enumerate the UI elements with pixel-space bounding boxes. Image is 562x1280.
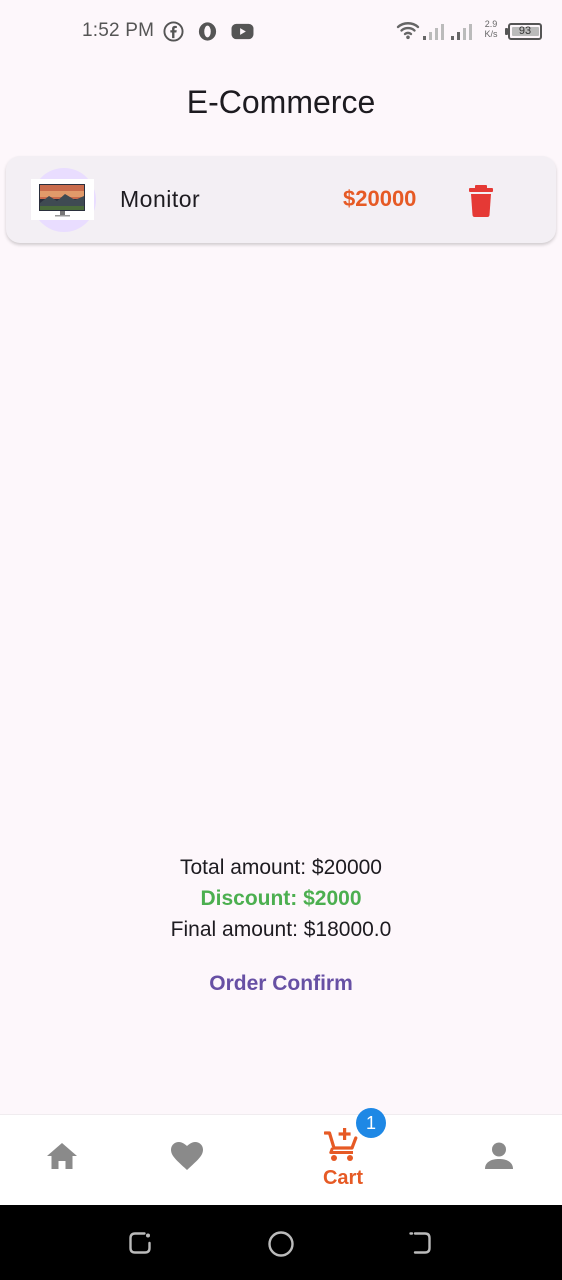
status-bar: 1:52 PM 2.9 K/s 93 (0, 0, 562, 64)
heart-icon (171, 1142, 203, 1170)
wifi-icon (396, 22, 420, 40)
total-amount: Total amount: $20000 (180, 856, 382, 879)
facebook-icon (163, 21, 184, 42)
person-icon (485, 1142, 513, 1169)
recent-apps-icon[interactable] (126, 1229, 154, 1257)
cart-count-badge: 1 (356, 1108, 386, 1138)
product-name: Monitor (120, 186, 201, 212)
order-summary: Total amount: $20000 Discount: $2000 Fin… (0, 852, 562, 945)
home-circle-icon[interactable] (266, 1229, 296, 1259)
opera-icon (198, 22, 217, 41)
system-navigation-bar (0, 1205, 562, 1280)
product-price: $20000 (343, 186, 417, 211)
nav-cart-label[interactable]: Cart (312, 1167, 374, 1190)
cart-add-icon (324, 1128, 358, 1161)
battery-icon: 93 (508, 23, 542, 40)
delete-icon[interactable] (462, 180, 500, 220)
nav-favorites[interactable] (145, 1115, 230, 1206)
back-icon[interactable] (406, 1229, 434, 1257)
youtube-icon (231, 23, 254, 40)
order-confirm-button[interactable]: Order Confirm (190, 964, 372, 1004)
battery-level-text: 93 (518, 25, 532, 37)
status-time: 1:52 PM (82, 20, 155, 41)
nav-profile[interactable] (457, 1115, 542, 1206)
signal-icon (423, 24, 444, 40)
network-speed: 2.9 K/s (484, 19, 498, 39)
nav-home[interactable] (20, 1115, 105, 1206)
signal-icon-2 (451, 24, 472, 40)
discount-amount: Discount: $2000 (200, 887, 362, 910)
monitor-thumbnail (31, 179, 94, 220)
bottom-navigation (0, 1114, 562, 1205)
final-amount: Final amount: $18000.0 (170, 918, 392, 941)
page-title: E-Commerce (186, 84, 376, 120)
home-icon (47, 1143, 77, 1169)
